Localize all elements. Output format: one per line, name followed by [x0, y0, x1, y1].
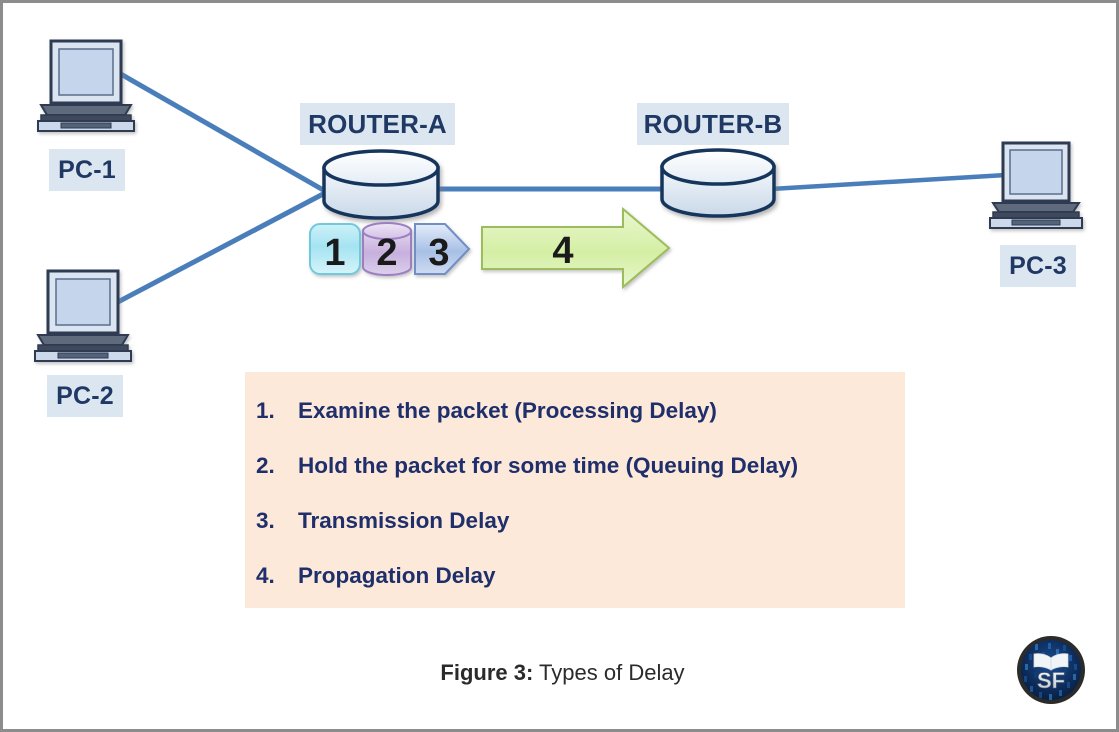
list-item-number: 2. [256, 453, 275, 478]
packet-step-2 [362, 222, 412, 276]
list-item-number: 4. [256, 563, 275, 588]
list-item: 1. Examine the packet (Processing Delay) [256, 398, 717, 424]
packet-step-3 [414, 223, 471, 275]
figure-caption-text: Types of Delay [539, 660, 685, 685]
list-item-number: 3. [256, 508, 275, 533]
router-a-label: ROUTER-A [300, 103, 455, 145]
router-b-label: ROUTER-B [637, 103, 789, 145]
packet-step-4-number: 4 [552, 230, 573, 272]
router-a-icon [322, 149, 440, 220]
packet-step-2-number: 2 [376, 232, 397, 274]
list-item-label: Transmission Delay [298, 508, 510, 533]
pc2-laptop-icon [34, 269, 132, 362]
pc1-label-text: PC-1 [58, 155, 116, 184]
list-item-label: Propagation Delay [298, 563, 496, 588]
router-a-label-text: ROUTER-A [308, 108, 447, 139]
sf-logo-badge: SF [1017, 636, 1085, 704]
packet-step-3-number: 3 [428, 232, 449, 274]
list-item-label: Hold the packet for some time (Queuing D… [298, 453, 799, 478]
figure-caption-label: Figure 3: [440, 660, 534, 685]
network-links: 1 2 3 4 [34, 39, 1083, 362]
pc3-label-text: PC-3 [1009, 251, 1067, 280]
pc3-label: PC-3 [1000, 245, 1076, 287]
pc2-label-text: PC-2 [56, 381, 114, 410]
pc3-laptop-icon [989, 141, 1083, 229]
link-pc1-routera [117, 70, 327, 194]
figure-caption: Figure 3: Types of Delay [3, 660, 1116, 686]
list-item: 4. Propagation Delay [256, 563, 496, 589]
pc2-label: PC-2 [47, 375, 123, 417]
list-item: 2. Hold the packet for some time (Queuin… [256, 453, 798, 479]
link-pc2-routera [114, 190, 327, 306]
pc1-laptop-icon [37, 39, 135, 132]
pc1-label: PC-1 [49, 149, 125, 191]
packet-step-4 [481, 206, 671, 290]
list-item: 3. Transmission Delay [256, 508, 509, 534]
delay-list-panel: 1. Examine the packet (Processing Delay)… [245, 372, 905, 608]
sf-logo-text: SF [1037, 668, 1065, 693]
link-routerb-pc3 [770, 172, 1007, 192]
router-b-label-text: ROUTER-B [643, 108, 783, 139]
list-item-label: Examine the packet (Processing Delay) [298, 398, 717, 423]
list-item-number: 1. [256, 398, 275, 423]
packet-step-1 [309, 223, 361, 275]
packet-step-1-number: 1 [324, 232, 345, 274]
figure-canvas: 1 2 3 4 PC-1 PC-2 PC-3 ROUTER-A ROUTER-B… [0, 0, 1119, 732]
router-b-icon [660, 148, 776, 218]
